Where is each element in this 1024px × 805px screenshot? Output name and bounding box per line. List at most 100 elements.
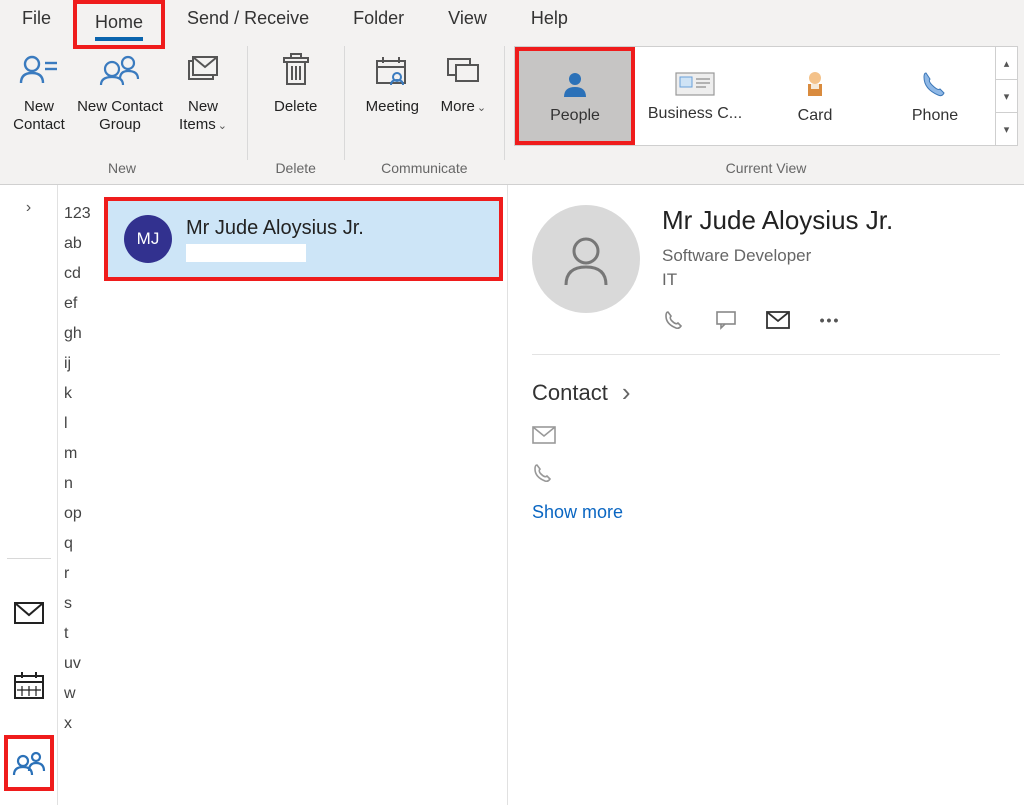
contact-initials: MJ: [137, 229, 160, 249]
gallery-scroll-up[interactable]: ▴: [996, 47, 1017, 80]
gallery-expand[interactable]: ▾: [996, 113, 1017, 145]
detail-pane: Mr Jude Aloysius Jr. Software Developer …: [508, 185, 1024, 805]
delete-label: Delete: [274, 98, 317, 116]
view-people[interactable]: People: [515, 47, 635, 145]
alpha-ij[interactable]: ij: [58, 349, 100, 379]
alpha-k[interactable]: k: [58, 379, 100, 409]
nav-calendar[interactable]: [7, 663, 51, 707]
detail-divider: [532, 354, 1000, 355]
phone-icon: [918, 67, 952, 101]
new-items-icon: [183, 46, 223, 94]
contact-list-item[interactable]: MJ Mr Jude Aloysius Jr.: [104, 197, 503, 281]
ribbon-group-communicate-label: Communicate: [381, 156, 467, 180]
tab-folder-label: Folder: [353, 8, 404, 28]
new-contact-label: New Contact: [10, 98, 68, 134]
people-icon: [12, 749, 46, 777]
contact-name-block: Mr Jude Aloysius Jr.: [186, 217, 364, 262]
main-area: ›: [0, 185, 1024, 805]
new-items-button[interactable]: New Items⌄: [168, 40, 238, 156]
chat-icon: [715, 310, 737, 330]
tab-help[interactable]: Help: [509, 0, 590, 41]
action-chat[interactable]: [714, 308, 738, 332]
detail-header: Mr Jude Aloysius Jr. Software Developer …: [532, 205, 1000, 332]
view-card-label: Card: [798, 107, 833, 125]
tab-home-label: Home: [95, 12, 143, 32]
new-contact-icon: [19, 46, 59, 94]
show-more-link[interactable]: Show more: [532, 502, 1000, 523]
view-phone[interactable]: Phone: [875, 47, 995, 145]
alpha-gh[interactable]: gh: [58, 319, 100, 349]
view-business-card[interactable]: Business C...: [635, 47, 755, 145]
alpha-s[interactable]: s: [58, 589, 100, 619]
chevron-down-icon: ⌄: [218, 120, 227, 132]
alpha-m[interactable]: m: [58, 439, 100, 469]
action-row: •••: [662, 308, 893, 332]
alpha-uv[interactable]: uv: [58, 649, 100, 679]
left-nav-bar: ›: [0, 185, 58, 805]
tab-view[interactable]: View: [426, 0, 509, 41]
detail-avatar: [532, 205, 640, 313]
new-contact-button[interactable]: New Contact: [6, 40, 72, 156]
gallery-scroll-down[interactable]: ▾: [996, 80, 1017, 113]
ribbon-group-communicate: Meeting More⌄ Communicate: [347, 40, 501, 184]
ribbon-group-delete: Delete Delete: [251, 40, 341, 184]
alpha-index: 123 ab cd ef gh ij k l m n op q r s t uv…: [58, 185, 100, 805]
ribbon-separator: [247, 46, 248, 160]
chevron-down-icon: ⌄: [477, 102, 486, 114]
nav-mail[interactable]: [7, 591, 51, 635]
alpha-r[interactable]: r: [58, 559, 100, 589]
more-icon: [444, 46, 482, 94]
nav-people[interactable]: [4, 735, 54, 791]
alpha-cd[interactable]: cd: [58, 259, 100, 289]
alpha-w[interactable]: w: [58, 679, 100, 709]
alpha-ef[interactable]: ef: [58, 289, 100, 319]
view-card[interactable]: Card: [755, 47, 875, 145]
calendar-meeting-icon: [373, 46, 411, 94]
mail-icon: [14, 602, 44, 624]
action-call[interactable]: [662, 308, 686, 332]
nav-divider: [7, 558, 51, 559]
new-items-label: New Items⌄: [172, 98, 234, 134]
chevron-right-icon: ›: [622, 377, 631, 408]
ribbon: New Contact New Contact Group: [0, 40, 1024, 185]
more-button[interactable]: More⌄: [431, 40, 495, 156]
tab-send-receive-label: Send / Receive: [187, 8, 309, 28]
phone-outline-icon[interactable]: [532, 462, 554, 484]
alpha-ab[interactable]: ab: [58, 229, 100, 259]
expand-nav-icon[interactable]: ›: [26, 199, 31, 217]
ribbon-group-current-view-label: Current View: [726, 156, 807, 180]
ribbon-group-delete-label: Delete: [275, 156, 315, 180]
new-contact-group-icon: [98, 46, 142, 94]
contact-section-header[interactable]: Contact ›: [532, 377, 1000, 408]
contact-section-label: Contact: [532, 380, 608, 406]
tab-folder[interactable]: Folder: [331, 0, 426, 41]
calendar-icon: [14, 671, 44, 699]
alpha-123[interactable]: 123: [58, 199, 100, 229]
alpha-l[interactable]: l: [58, 409, 100, 439]
mail-outline-icon[interactable]: [532, 426, 556, 444]
phone-outline-icon: [663, 309, 685, 331]
action-email[interactable]: [766, 308, 790, 332]
alpha-op[interactable]: op: [58, 499, 100, 529]
alpha-n[interactable]: n: [58, 469, 100, 499]
detail-name: Mr Jude Aloysius Jr.: [662, 205, 893, 236]
alpha-q[interactable]: q: [58, 529, 100, 559]
new-contact-group-button[interactable]: New Contact Group: [72, 40, 168, 156]
contact-list: MJ Mr Jude Aloysius Jr.: [100, 185, 508, 805]
tab-file-label: File: [22, 8, 51, 28]
contact-name: Mr Jude Aloysius Jr.: [186, 217, 364, 240]
view-gallery-scroll: ▴ ▾ ▾: [995, 47, 1017, 145]
contact-avatar: MJ: [124, 215, 172, 263]
tab-file[interactable]: File: [0, 0, 73, 41]
alpha-t[interactable]: t: [58, 619, 100, 649]
delete-button[interactable]: Delete: [257, 40, 335, 156]
detail-dept: IT: [662, 270, 893, 290]
action-more[interactable]: •••: [818, 308, 842, 332]
contact-method-icons: [532, 426, 1000, 484]
meeting-label: Meeting: [366, 98, 419, 116]
meeting-button[interactable]: Meeting: [353, 40, 431, 156]
trash-icon: [279, 46, 313, 94]
tab-view-label: View: [448, 8, 487, 28]
tab-send-receive[interactable]: Send / Receive: [165, 0, 331, 41]
alpha-x[interactable]: x: [58, 709, 100, 739]
